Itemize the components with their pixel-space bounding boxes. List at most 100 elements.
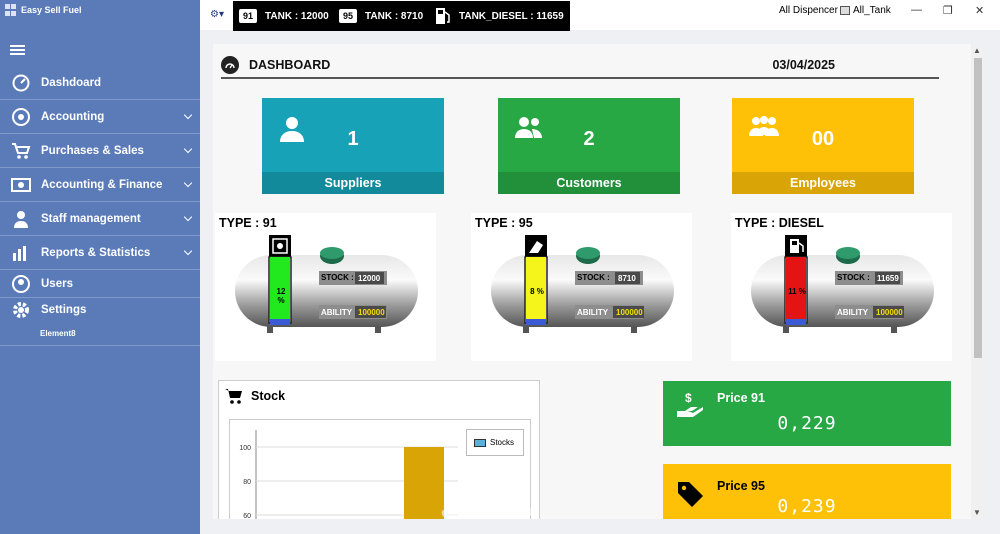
tank-stock-value: 11659 [877,274,899,283]
employees-label: Employees [732,172,914,194]
dashboard-date: 03/04/2025 [772,57,835,72]
dashboard-content: DASHBOARD 03/04/2025 1 Suppliers 2 Custo… [213,44,971,519]
fuel-tank-91-graphic [235,235,418,333]
sidebar: Easy Sell Fuel Dashdoard Accounting Purc… [0,0,200,534]
chevron-down-icon[interactable] [183,110,193,120]
sidebar-item-label: Users [41,277,73,290]
svg-text:$: $ [685,391,692,405]
chart-icon [10,242,32,264]
users-icon [10,273,32,295]
price-95-label: Price 95 [717,479,765,493]
sidebar-item-label: Settings [41,304,87,316]
tank-diesel-badge[interactable]: TANK_DIESEL : 11659 [429,1,570,31]
tank-number: 95 [339,9,358,23]
tank-card-95[interactable]: TYPE : 95 8 % STOCK : 8710 ABILITY 10000… [471,213,692,361]
scroll-down-icon[interactable]: ▼ [973,508,981,517]
sidebar-sub-item-label: Element8 [40,329,76,338]
legend-swatch [474,438,486,447]
suppliers-count: 1 [347,128,359,150]
gear-icon [10,299,32,321]
sidebar-item-label: Accounting & Finance [41,178,163,191]
vertical-scrollbar[interactable]: ▲ ▼ [971,44,985,519]
sidebar-item-accounting[interactable]: Accounting [0,100,200,134]
sidebar-item-accounting-finance[interactable]: Accounting & Finance [0,168,200,202]
restore-icon[interactable]: ❐ [943,4,953,17]
hamburger-menu-icon[interactable] [10,45,25,55]
page-title: DASHBOARD [249,57,331,72]
chevron-down-icon[interactable] [183,246,193,256]
tank-percent: 8 % [530,287,544,296]
toolbar-dropdown-icon[interactable]: ⚙▾ [210,9,224,20]
app-title: Easy Sell Fuel [5,4,82,16]
app-logo-icon [5,4,17,16]
sidebar-item-reports-statistics[interactable]: Reports & Statistics [0,236,200,270]
fuel-tank-95-graphic [491,235,674,333]
stock-chart-header: Stock [225,388,285,404]
stock-bar [404,447,444,519]
price-91-card[interactable]: $ Price 91 0,229 [663,381,951,446]
cart-icon [10,140,32,162]
sidebar-item-purchases-sales[interactable]: Purchases & Sales [0,134,200,168]
gauge-icon [10,72,32,94]
tank-percent: 12 % [276,287,286,305]
tank-number: 91 [239,9,258,23]
tank-ability-label: ABILITY [321,308,353,317]
employees-card[interactable]: 00 Employees [732,98,914,194]
watermark: خمسات [440,495,539,525]
tank-stock-value: 12000 [358,274,381,283]
customers-card[interactable]: 2 Customers [498,98,680,194]
sidebar-nav: Dashdoard Accounting Purchases & Sales A… [0,66,200,346]
scrollbar-thumb[interactable] [974,58,982,358]
cart-icon [225,389,242,404]
sidebar-item-label: Dashdoard [41,76,102,89]
sidebar-sub-item-element8[interactable]: Element8 [0,322,200,346]
tank-text: TANK : 8710 [365,10,424,22]
all-tank-link[interactable]: All_Tank [840,5,891,16]
dashboard-gauge-icon [221,55,239,74]
sidebar-item-label: Reports & Statistics [41,246,151,259]
tank-stock-label: STOCK : [577,273,610,282]
chevron-down-icon[interactable] [183,212,193,222]
tank-95-badge[interactable]: 95 TANK : 8710 [333,1,430,31]
tank-card-91[interactable]: TYPE : 91 12 % STOCK : 12000 ABILITY 100… [215,213,436,361]
dashboard-header: DASHBOARD 03/04/2025 [221,52,939,79]
sidebar-item-settings[interactable]: Settings [0,298,200,322]
finance-icon [10,174,32,196]
employees-count: 00 [811,128,835,150]
tank-text: TANK : 12000 [265,10,329,22]
chart-legend: Stocks [466,429,524,456]
app-window: Easy Sell Fuel Dashdoard Accounting Purc… [0,0,1000,534]
app-title-text: Easy Sell Fuel [21,5,82,15]
tank-ability-value: 100000 [616,308,643,317]
fuel-pump-icon [436,8,450,24]
tank-card-diesel[interactable]: TYPE : DIESEL 11 % STOCK : 11659 ABILITY… [731,213,952,361]
customers-label: Customers [498,172,680,194]
sidebar-item-dashboard[interactable]: Dashdoard [0,66,200,100]
fuel-tank-diesel-graphic [751,235,934,333]
all-dispencer-link[interactable]: All Dispencer [779,5,838,16]
tank-91-badge[interactable]: 91 TANK : 12000 [233,1,335,31]
suppliers-label: Suppliers [262,172,444,194]
chevron-down-icon[interactable] [183,178,193,188]
sidebar-item-staff-management[interactable]: Staff management [0,202,200,236]
tank-stock-label: STOCK : [321,273,354,282]
tank-text: TANK_DIESEL : 11659 [459,10,564,22]
chevron-down-icon[interactable] [183,144,193,154]
legend-label: Stocks [490,438,515,447]
minimize-icon[interactable]: — [911,4,922,16]
tank-ability-label: ABILITY [577,308,609,317]
tank-stock-label: STOCK : [837,273,870,282]
accounting-icon [10,106,32,128]
price-95-card[interactable]: Price 95 0,239 [663,464,951,519]
sidebar-item-users[interactable]: Users [0,270,200,298]
sidebar-item-label: Accounting [41,110,105,123]
sidebar-item-label: Staff management [41,212,141,225]
price-91-value: 0,229 [777,413,837,434]
tank-ability-value: 100000 [876,308,903,317]
scroll-up-icon[interactable]: ▲ [973,46,981,55]
all-tank-label: All_Tank [853,5,891,16]
staff-icon [10,208,32,230]
close-icon[interactable]: ✕ [975,4,984,17]
y-tick-label: 60 [243,513,251,519]
suppliers-card[interactable]: 1 Suppliers [262,98,444,194]
